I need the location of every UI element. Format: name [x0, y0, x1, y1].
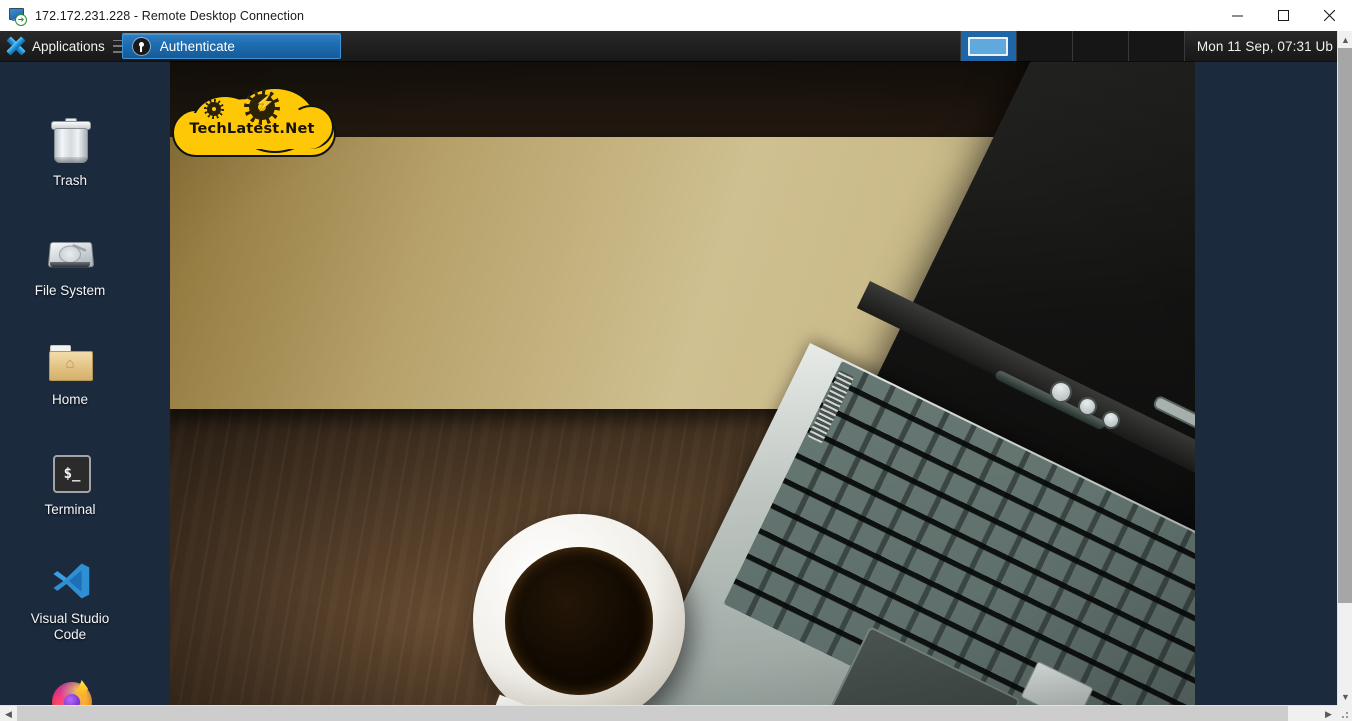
- xfce-panel: Applications Authenticate Mon 11 Sep, 07…: [0, 31, 1337, 61]
- horizontal-scrollbar[interactable]: ◀ ▶: [0, 705, 1337, 721]
- horizontal-scrollbar-thumb[interactable]: [17, 706, 1288, 721]
- window-titlebar: ➜ 172.172.231.228 - Remote Desktop Conne…: [0, 0, 1352, 32]
- scroll-down-icon[interactable]: ▼: [1338, 688, 1352, 705]
- harddisk-icon: [46, 229, 95, 277]
- desktop-icon-label: Terminal: [44, 502, 96, 517]
- taskbar-button-authenticate[interactable]: Authenticate: [121, 33, 341, 59]
- desktop-icon-visual-studio-code[interactable]: Visual Studio Code: [8, 557, 132, 643]
- desktop-icon-label: Trash: [52, 173, 87, 188]
- minimize-icon: [1231, 15, 1243, 17]
- desktop-wallpaper: [170, 61, 1195, 705]
- bolt-icon: ⚡: [255, 95, 275, 112]
- desktop-icon-label: File System: [34, 283, 106, 298]
- workspace-4[interactable]: [1128, 31, 1185, 61]
- maximize-icon: [1277, 10, 1289, 21]
- desktop-icon-firefox[interactable]: Firefox Web: [8, 679, 132, 705]
- panel-handle-icon[interactable]: [112, 39, 122, 53]
- taskbar-button-label: Authenticate: [159, 38, 235, 54]
- gear-small-icon: [204, 99, 224, 119]
- close-button[interactable]: [1306, 0, 1352, 31]
- vscode-icon: [46, 557, 94, 605]
- desktop-icon-file-system[interactable]: File System: [8, 229, 132, 299]
- resize-grip[interactable]: [1337, 705, 1352, 721]
- remote-desktop-window: ➜ 172.172.231.228 - Remote Desktop Conne…: [0, 0, 1352, 721]
- window-title: 172.172.231.228 - Remote Desktop Connect…: [35, 8, 305, 23]
- applications-menu-button[interactable]: Applications: [0, 31, 112, 61]
- lock-key-icon: [132, 37, 150, 55]
- scroll-left-icon[interactable]: ◀: [0, 706, 17, 721]
- desktop-icon-trash[interactable]: Trash: [8, 118, 132, 189]
- firefox-icon: [46, 679, 94, 705]
- home-folder-icon: ⌂: [46, 338, 94, 386]
- rdp-session-viewport[interactable]: ⚡ TechLatest.Net Trash File System ⌂ Hom…: [0, 31, 1337, 705]
- desktop-icon-label: Visual Studio Code: [30, 611, 110, 642]
- trash-icon: [46, 118, 94, 167]
- scroll-right-icon[interactable]: ▶: [1320, 706, 1337, 721]
- workspace-1[interactable]: [959, 31, 1017, 61]
- watermark-label: TechLatest.Net: [189, 121, 315, 137]
- minimize-button[interactable]: [1214, 0, 1260, 31]
- maximize-button[interactable]: [1260, 0, 1306, 31]
- workspace-switcher[interactable]: [959, 31, 1185, 61]
- workspace-2[interactable]: [1016, 31, 1073, 61]
- panel-clock[interactable]: Mon 11 Sep, 07:31 Ub: [1185, 39, 1337, 54]
- desktop-icon-home[interactable]: ⌂ Home: [8, 338, 132, 408]
- workspace-3[interactable]: [1072, 31, 1129, 61]
- terminal-icon: $_: [46, 448, 94, 496]
- desktop-icon-label: Home: [51, 392, 88, 407]
- scroll-up-icon[interactable]: ▲: [1338, 31, 1352, 48]
- remote-desktop-icon: ➜: [9, 7, 27, 26]
- desktop-icon-terminal[interactable]: $_ Terminal: [8, 448, 132, 518]
- xfce-logo-icon: [5, 36, 26, 56]
- vertical-scrollbar[interactable]: ▲ ▼: [1337, 31, 1352, 705]
- applications-menu-label: Applications: [32, 38, 105, 54]
- workspace-window-preview: [968, 36, 1009, 56]
- desktop-icon-grid: Trash File System ⌂ Home $_ Terminal Vis…: [0, 61, 170, 705]
- panel-spacer: [341, 31, 960, 61]
- close-icon: [1323, 10, 1335, 21]
- window-controls: [1214, 0, 1352, 31]
- vertical-scrollbar-thumb[interactable]: [1338, 48, 1352, 603]
- techlatest-watermark: ⚡ TechLatest.Net: [172, 87, 337, 157]
